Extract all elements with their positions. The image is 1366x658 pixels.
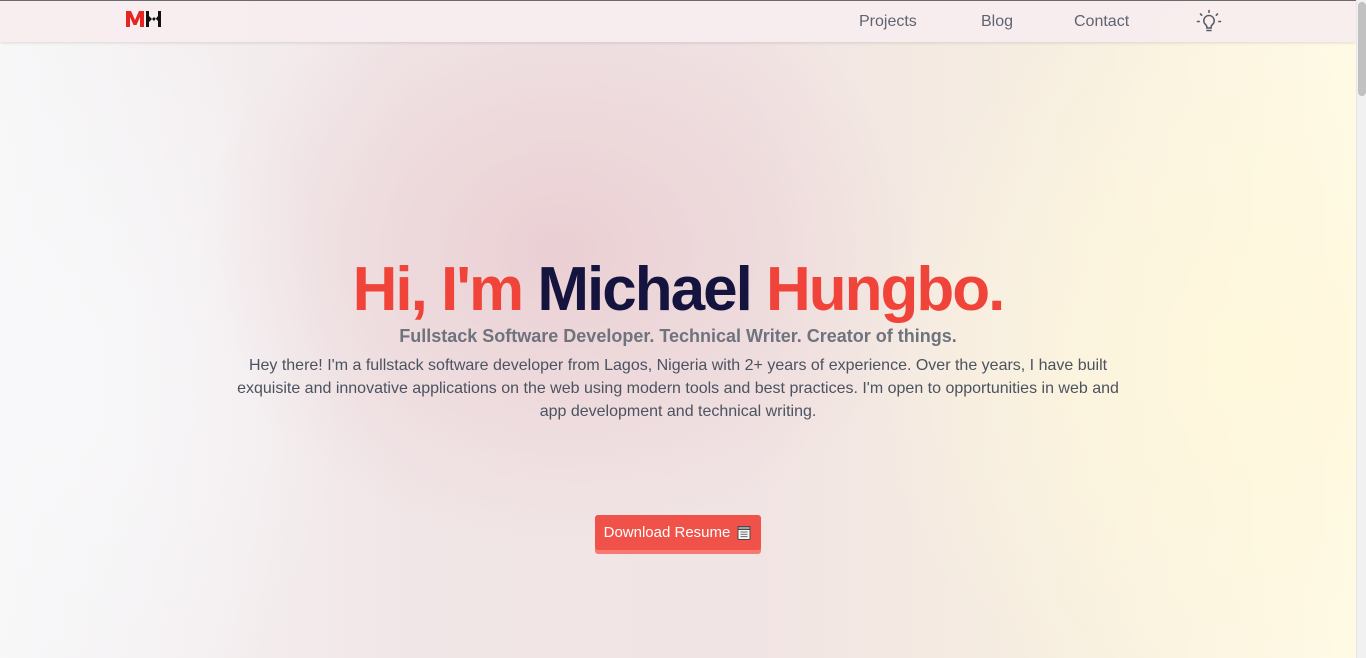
download-resume-button[interactable]: Download Resume — [595, 515, 761, 550]
scrollbar-thumb[interactable] — [1358, 2, 1366, 96]
nav-link-contact[interactable]: Contact — [1074, 12, 1129, 32]
theme-toggle-button[interactable] — [1196, 9, 1222, 35]
nav-link-blog[interactable]: Blog — [981, 12, 1013, 32]
hero-title: Hi, I'm Michael Hungbo. — [0, 252, 1356, 328]
download-resume-label: Download Resume — [603, 524, 731, 541]
hero-first-name: Michael — [537, 255, 752, 324]
hero-last-name: Hungbo. — [766, 255, 1005, 324]
lightbulb-icon — [1196, 9, 1222, 32]
window-top-border — [0, 0, 1356, 1]
hero-greeting: Hi, I'm — [352, 255, 525, 324]
page: Projects Blog Contact Hi, I'm Michael Hu… — [0, 0, 1356, 658]
hero-description: Hey there! I'm a fullstack software deve… — [237, 357, 1119, 420]
navbar: Projects Blog Contact — [0, 1, 1356, 42]
nav-link-projects[interactable]: Projects — [859, 12, 917, 32]
hero-subtitle: Fullstack Software Developer. Technical … — [399, 326, 957, 346]
nav-menu: Projects Blog Contact — [0, 1, 1356, 42]
vertical-scrollbar[interactable] — [1356, 0, 1366, 658]
document-icon — [736, 525, 752, 541]
